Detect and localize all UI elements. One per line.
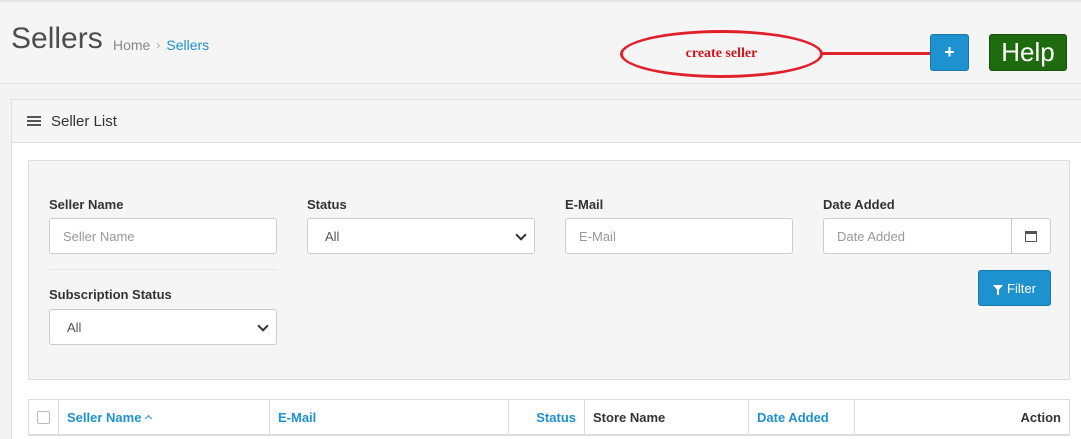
email-label: E-Mail [565,197,604,212]
create-seller-annotation: create seller [620,30,823,78]
select-all-checkbox[interactable] [37,410,50,424]
column-email[interactable]: E-Mail [270,400,509,434]
column-label: Action [1020,409,1061,425]
date-added-label: Date Added [823,197,895,212]
filter-box: Seller Name Seller Name Status All E-Mai… [28,160,1070,380]
subscription-status-label: Subscription Status [49,287,172,302]
filter-button-label: Filter [1007,280,1036,296]
calendar-icon [1025,230,1037,242]
column-action: Action [855,400,1069,434]
panel-title: Seller List [51,112,117,130]
page-header: Sellers Home › Sellers [0,2,1081,84]
column-label: Store Name [593,409,666,425]
breadcrumb-sellers-link[interactable]: Sellers [166,37,209,53]
subscription-status-value: All [67,319,82,335]
add-seller-button[interactable]: + [930,34,969,71]
column-date-added[interactable]: Date Added [749,400,855,434]
status-select[interactable]: All [307,218,535,254]
column-label: Seller Name [67,409,142,425]
filter-button[interactable]: Filter [978,270,1051,306]
annotation-label: create seller [685,46,758,61]
column-status[interactable]: Status [509,400,585,434]
panel-heading: Seller List [12,100,1081,143]
calendar-button[interactable] [1011,218,1051,254]
list-icon [27,115,41,127]
column-label: Status [536,409,576,425]
seller-name-input[interactable]: Seller Name [49,218,277,254]
column-label: Date Added [757,409,829,425]
chevron-down-icon [257,320,269,332]
sort-asc-icon [145,414,153,423]
chevron-down-icon [515,229,527,241]
seller-name-label: Seller Name [49,197,124,212]
column-seller-name[interactable]: Seller Name [59,400,270,434]
divider [49,269,277,270]
status-select-value: All [325,228,340,244]
breadcrumb-separator: › [156,38,161,52]
column-label: E-Mail [278,409,317,425]
breadcrumb-home-link[interactable]: Home [113,37,150,53]
seller-list-panel: Seller List Seller Name Seller Name Stat… [11,99,1081,439]
date-added-input[interactable]: Date Added [823,218,1012,254]
annotation-arrow-line [820,52,932,55]
plus-icon: + [944,42,955,62]
help-button[interactable]: Help [989,34,1067,71]
page-title: Sellers [11,22,103,55]
subscription-status-select[interactable]: All [49,309,277,345]
status-label: Status [307,197,347,212]
email-input[interactable]: E-Mail [565,218,793,254]
select-all-cell [29,400,59,434]
filter-icon [993,285,1004,295]
column-store-name: Store Name [585,400,749,434]
table-header: Seller Name E-Mail Status Store Name Dat… [28,399,1070,436]
breadcrumb: Home › Sellers [113,37,209,53]
